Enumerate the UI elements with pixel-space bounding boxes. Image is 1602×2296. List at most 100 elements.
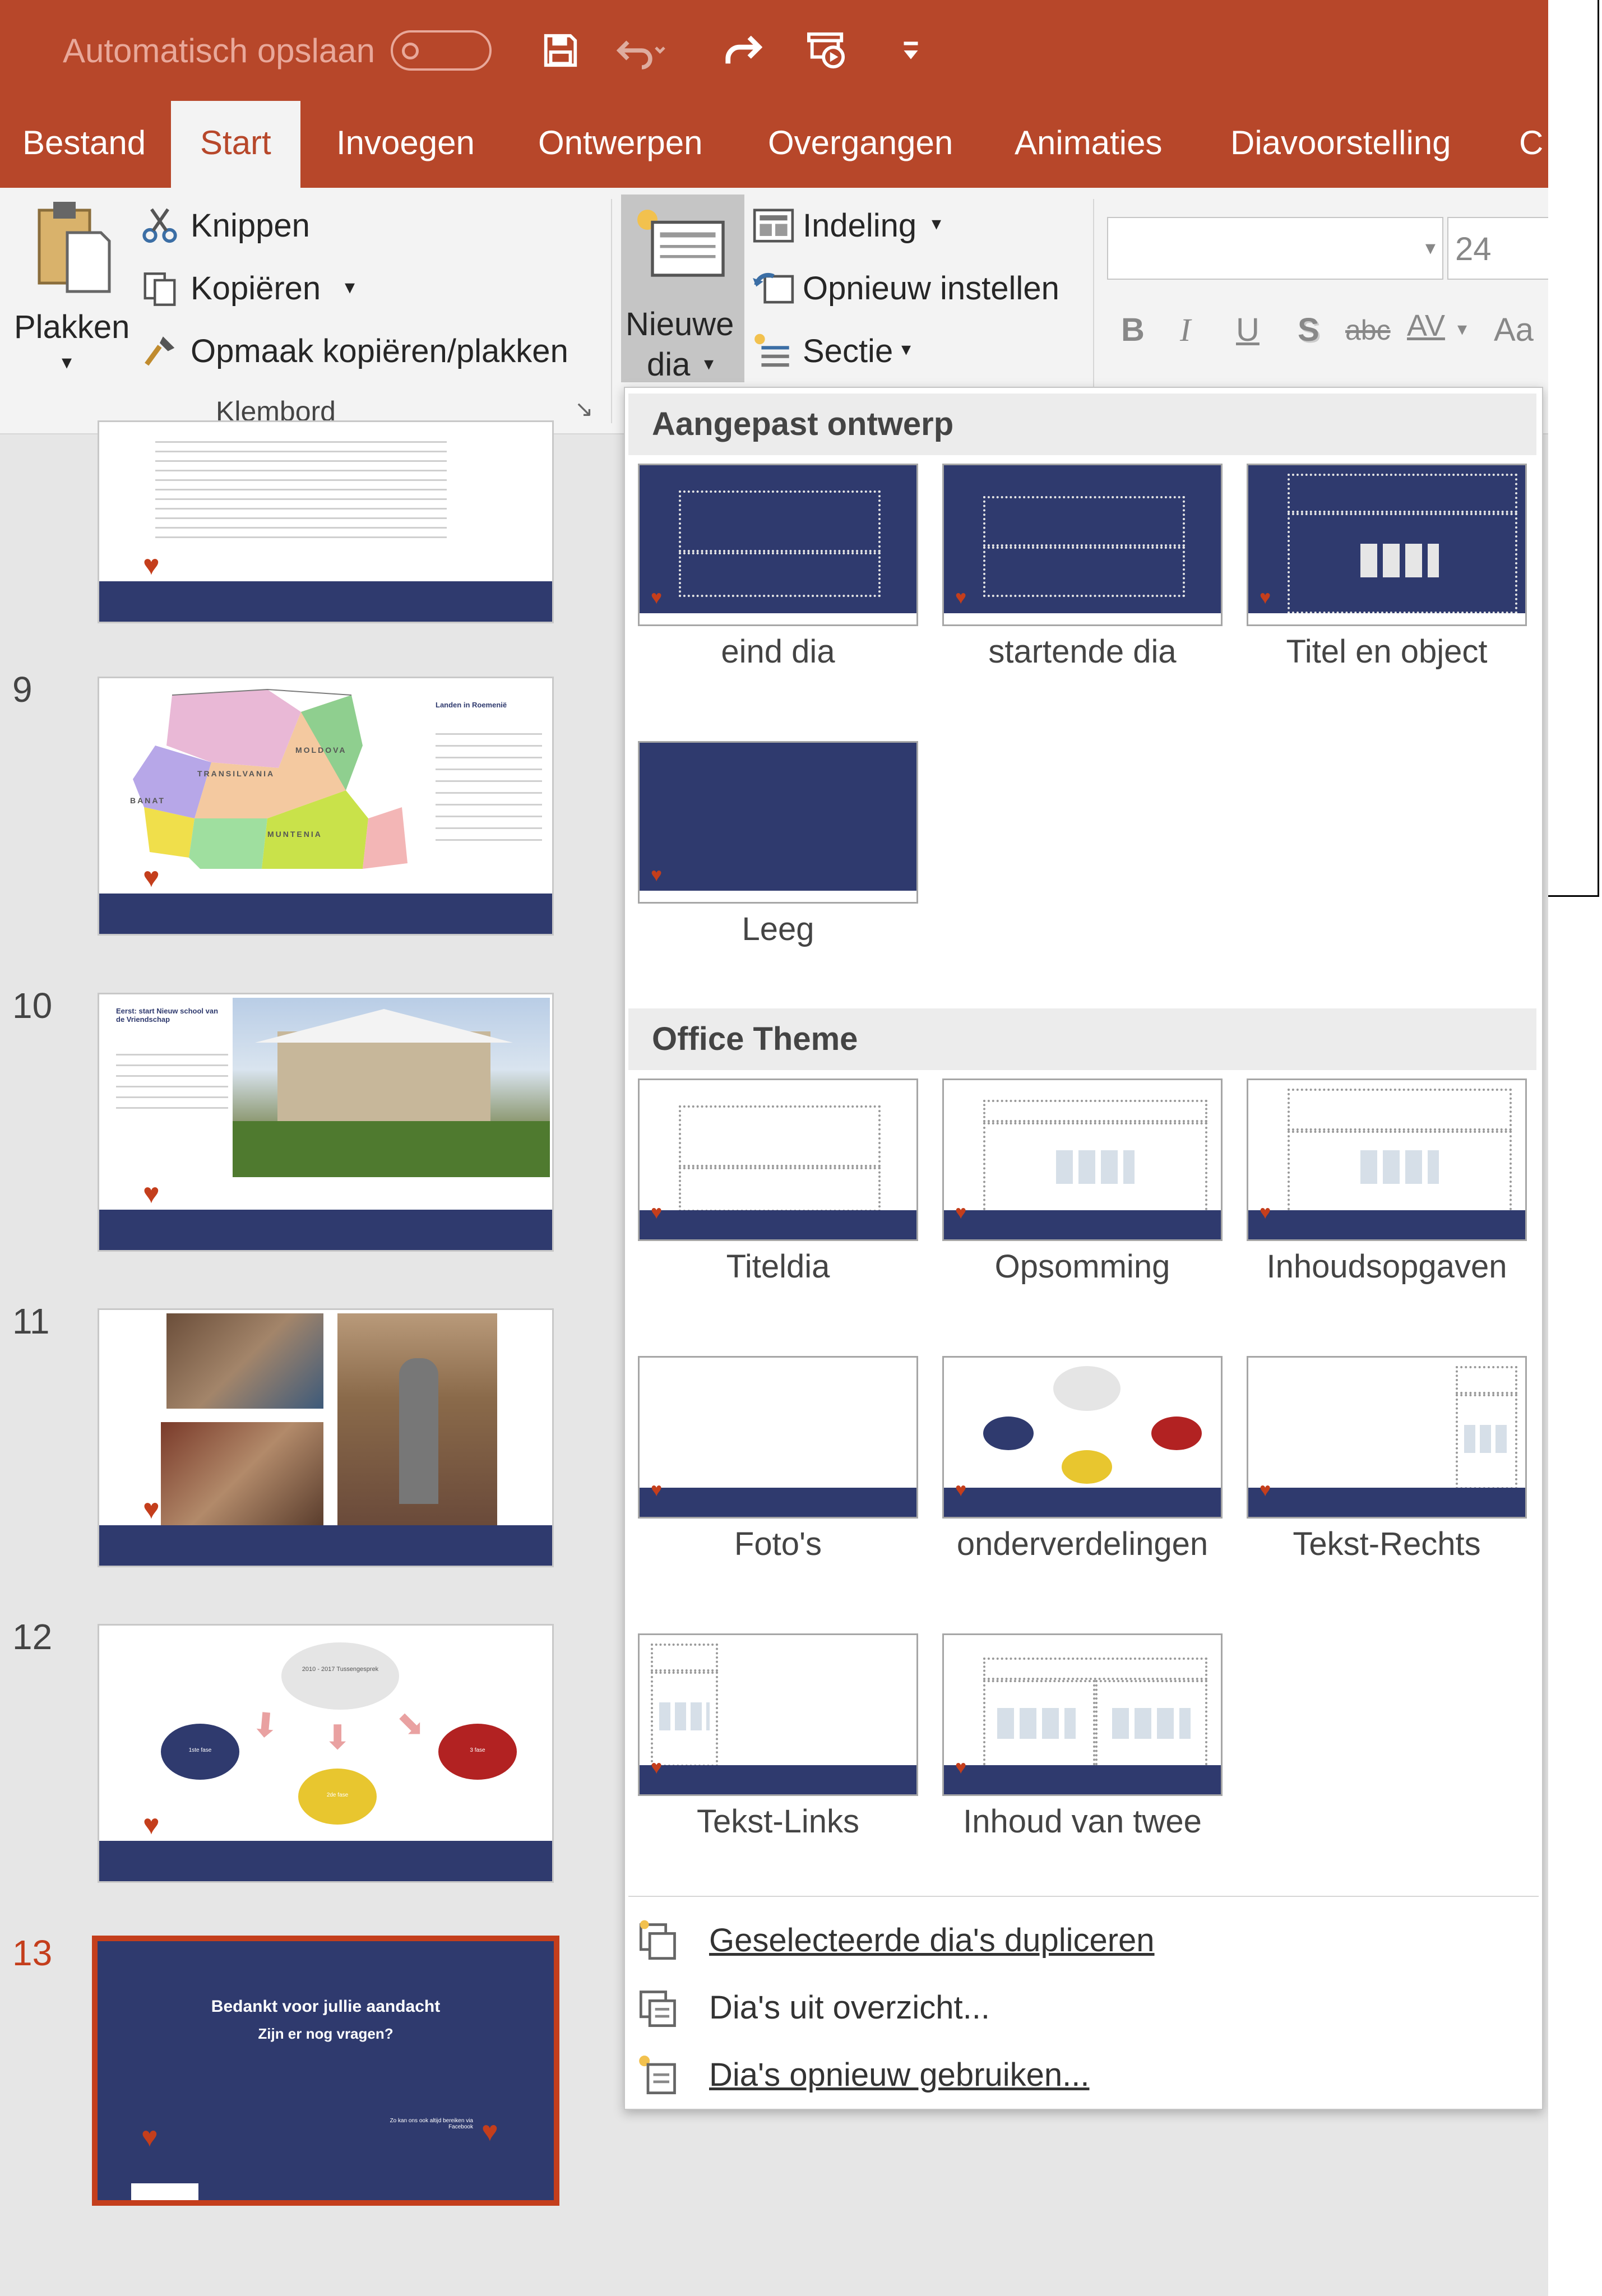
copy-icon: [143, 272, 176, 306]
italic-button[interactable]: I: [1180, 311, 1191, 349]
heart-logo-icon: ♥: [955, 587, 967, 608]
slide-number-11: 11: [12, 1301, 50, 1341]
layout-fotos[interactable]: ♥ Foto's: [638, 1356, 918, 1563]
autosave[interactable]: Automatisch opslaan: [63, 28, 492, 73]
layout-eind-dia[interactable]: ♥ eind dia: [638, 464, 918, 670]
heart-logo-icon: ♥: [143, 549, 160, 581]
heart-logo-icon: ♥: [1260, 1202, 1271, 1223]
layout-button[interactable]: Indeling ▾: [751, 205, 970, 249]
slide-thumbnail-12[interactable]: 2010 - 2017 Tussengesprek 1ste fase 3 fa…: [98, 1624, 554, 1883]
font-size-box[interactable]: 24: [1447, 217, 1548, 280]
cut-button[interactable]: Knippen: [140, 205, 364, 249]
format-painter-button[interactable]: Opmaak kopiëren/plakken: [140, 330, 600, 375]
duplicate-slides-command[interactable]: Geselecteerde dia's dupliceren: [625, 1907, 1542, 1974]
layout-opsomming[interactable]: ♥ Opsomming: [942, 1078, 1223, 1285]
teacher-photo: [337, 1313, 497, 1526]
content-placeholder-icons: [1112, 1708, 1191, 1739]
tab-more[interactable]: C: [1497, 101, 1548, 188]
tab-ontwerpen[interactable]: Ontwerpen: [516, 101, 725, 188]
layout-startende-dia[interactable]: ♥ startende dia: [942, 464, 1223, 670]
window-edge: [1598, 0, 1599, 897]
map-label-transilvania: TRANSILVANIA: [197, 769, 275, 778]
layout-onderverdelingen[interactable]: ♥ onderverdelingen: [942, 1356, 1223, 1563]
tab-start[interactable]: Start: [171, 101, 300, 188]
paste-button[interactable]: Plakken ▾: [11, 199, 129, 401]
cut-label: Knippen: [191, 207, 310, 244]
layout-label: startende dia: [988, 633, 1177, 670]
tab-diavoorstelling[interactable]: Diavoorstelling: [1208, 101, 1474, 188]
arrow-left-icon: ⬋: [242, 1700, 288, 1747]
layout-leeg[interactable]: ♥ Leeg: [638, 741, 918, 948]
slide-thumbnail-13[interactable]: Bedankt voor jullie aandacht Zijn er nog…: [92, 1936, 559, 2206]
layout-inhoud-van-twee[interactable]: ♥ Inhoud van twee: [942, 1633, 1223, 1840]
dialog-launcher-icon[interactable]: ↘: [575, 396, 594, 422]
reuse-slides-label: Dia's opnieuw gebruiken...: [709, 2057, 1090, 2093]
arrow-down-icon: ⬇: [323, 1719, 352, 1756]
slideshow-from-start-icon[interactable]: [802, 22, 852, 78]
duplicate-slides-label: Geselecteerde dia's dupliceren: [709, 1922, 1155, 1959]
font-name-dropdown-icon[interactable]: ▾: [1425, 236, 1436, 260]
tab-invoegen[interactable]: Invoegen: [314, 101, 497, 188]
reset-button[interactable]: Opnieuw instellen: [751, 267, 1087, 312]
content-placeholder-icons: [1360, 1150, 1439, 1184]
slide13-line2: Zijn er nog vragen?: [258, 2025, 393, 2042]
layout-label: Foto's: [734, 1526, 822, 1562]
content-placeholder-icons: [997, 1708, 1076, 1739]
slide-thumbnail-8[interactable]: ♥: [98, 420, 554, 623]
save-icon[interactable]: [535, 22, 586, 78]
slides-from-outline-icon: [639, 1991, 676, 2027]
powerpoint-window: Automatisch opslaan Bestand Start Invoeg…: [0, 0, 1548, 2296]
slide13-line1: Bedankt voor jullie aandacht: [211, 1997, 441, 2016]
content-placeholder-icons: [1056, 1150, 1135, 1184]
slide-thumbnail-11[interactable]: ♥: [98, 1308, 554, 1567]
layout-titeldia[interactable]: ♥ Titeldia: [638, 1078, 918, 1285]
strikethrough-button[interactable]: abc: [1345, 314, 1391, 346]
heart-logo-icon: ♥: [143, 1809, 160, 1840]
layout-titel-en-object[interactable]: ♥ Titel en object: [1247, 464, 1527, 670]
content-placeholder-icons: [1360, 544, 1439, 577]
spacing-dropdown-icon[interactable]: ▾: [1457, 318, 1467, 340]
copy-button[interactable]: Kopiëren ▾: [140, 267, 376, 312]
redo-icon[interactable]: [717, 22, 768, 78]
layout-tekst-rechts[interactable]: ♥ Tekst-Rechts: [1247, 1356, 1527, 1563]
section-button[interactable]: Sectie ▾: [751, 330, 936, 375]
layout-inhoudsopgaven[interactable]: ♥ Inhoudsopgaven: [1247, 1078, 1527, 1285]
classroom-photo-1: [166, 1313, 323, 1409]
new-slide-gallery: Aangepast ontwerp ♥ eind dia ♥ startende…: [624, 387, 1543, 2110]
slide10-title: Eerst: start Nieuw school van de Vriends…: [116, 1007, 219, 1024]
change-case-button[interactable]: Aa: [1494, 311, 1534, 349]
slide-number-10: 10: [12, 985, 53, 1026]
character-spacing-button[interactable]: AV: [1407, 308, 1445, 343]
layout-label: Inhoudsopgaven: [1266, 1248, 1507, 1285]
font-name-box[interactable]: ▾: [1107, 217, 1443, 280]
heart-logo-icon: ♥: [955, 1479, 967, 1501]
slide-thumbnail-10[interactable]: Eerst: start Nieuw school van de Vriends…: [98, 993, 554, 1252]
underline-button[interactable]: U: [1236, 311, 1260, 349]
slides-from-outline-command[interactable]: Dia's uit overzicht...: [625, 1974, 1542, 2042]
bold-button[interactable]: B: [1121, 311, 1145, 349]
customize-qat-icon[interactable]: [886, 22, 936, 78]
tab-animaties[interactable]: Animaties: [992, 101, 1184, 188]
copy-label: Kopiëren: [191, 270, 321, 307]
tab-bestand[interactable]: Bestand: [0, 101, 168, 188]
paste-dropdown-icon[interactable]: ▾: [62, 350, 72, 374]
tab-overgangen[interactable]: Overgangen: [746, 101, 975, 188]
section-icon: [754, 334, 789, 367]
shadow-button[interactable]: S: [1298, 311, 1319, 349]
ribbon-tabs: Bestand Start Invoegen Ontwerpen Overgan…: [0, 101, 1548, 188]
classroom-photo-2: [161, 1422, 323, 1526]
reuse-slides-command[interactable]: Dia's opnieuw gebruiken...: [625, 2042, 1542, 2109]
clipboard-icon: [38, 202, 111, 293]
slide-number-13: 13: [12, 1933, 53, 1973]
slide-thumbnail-9[interactable]: TRANSILVANIA MOLDOVA BANAT MUNTENIA Land…: [98, 677, 554, 936]
layout-tekst-links[interactable]: ♥ Tekst-Links: [638, 1633, 918, 1840]
new-slide-button[interactable]: Nieuwe dia ▾: [621, 195, 744, 383]
layout-label: Indeling: [803, 207, 917, 244]
content-placeholder-icons: [1464, 1425, 1509, 1453]
layout-label: Tekst-Links: [696, 1803, 860, 1840]
new-slide-icon: [637, 210, 725, 277]
undo-icon[interactable]: [617, 22, 667, 78]
arrow-right-icon: ⬊: [396, 1705, 425, 1742]
autosave-toggle[interactable]: [391, 30, 492, 71]
copy-dropdown-icon[interactable]: ▾: [345, 275, 355, 299]
